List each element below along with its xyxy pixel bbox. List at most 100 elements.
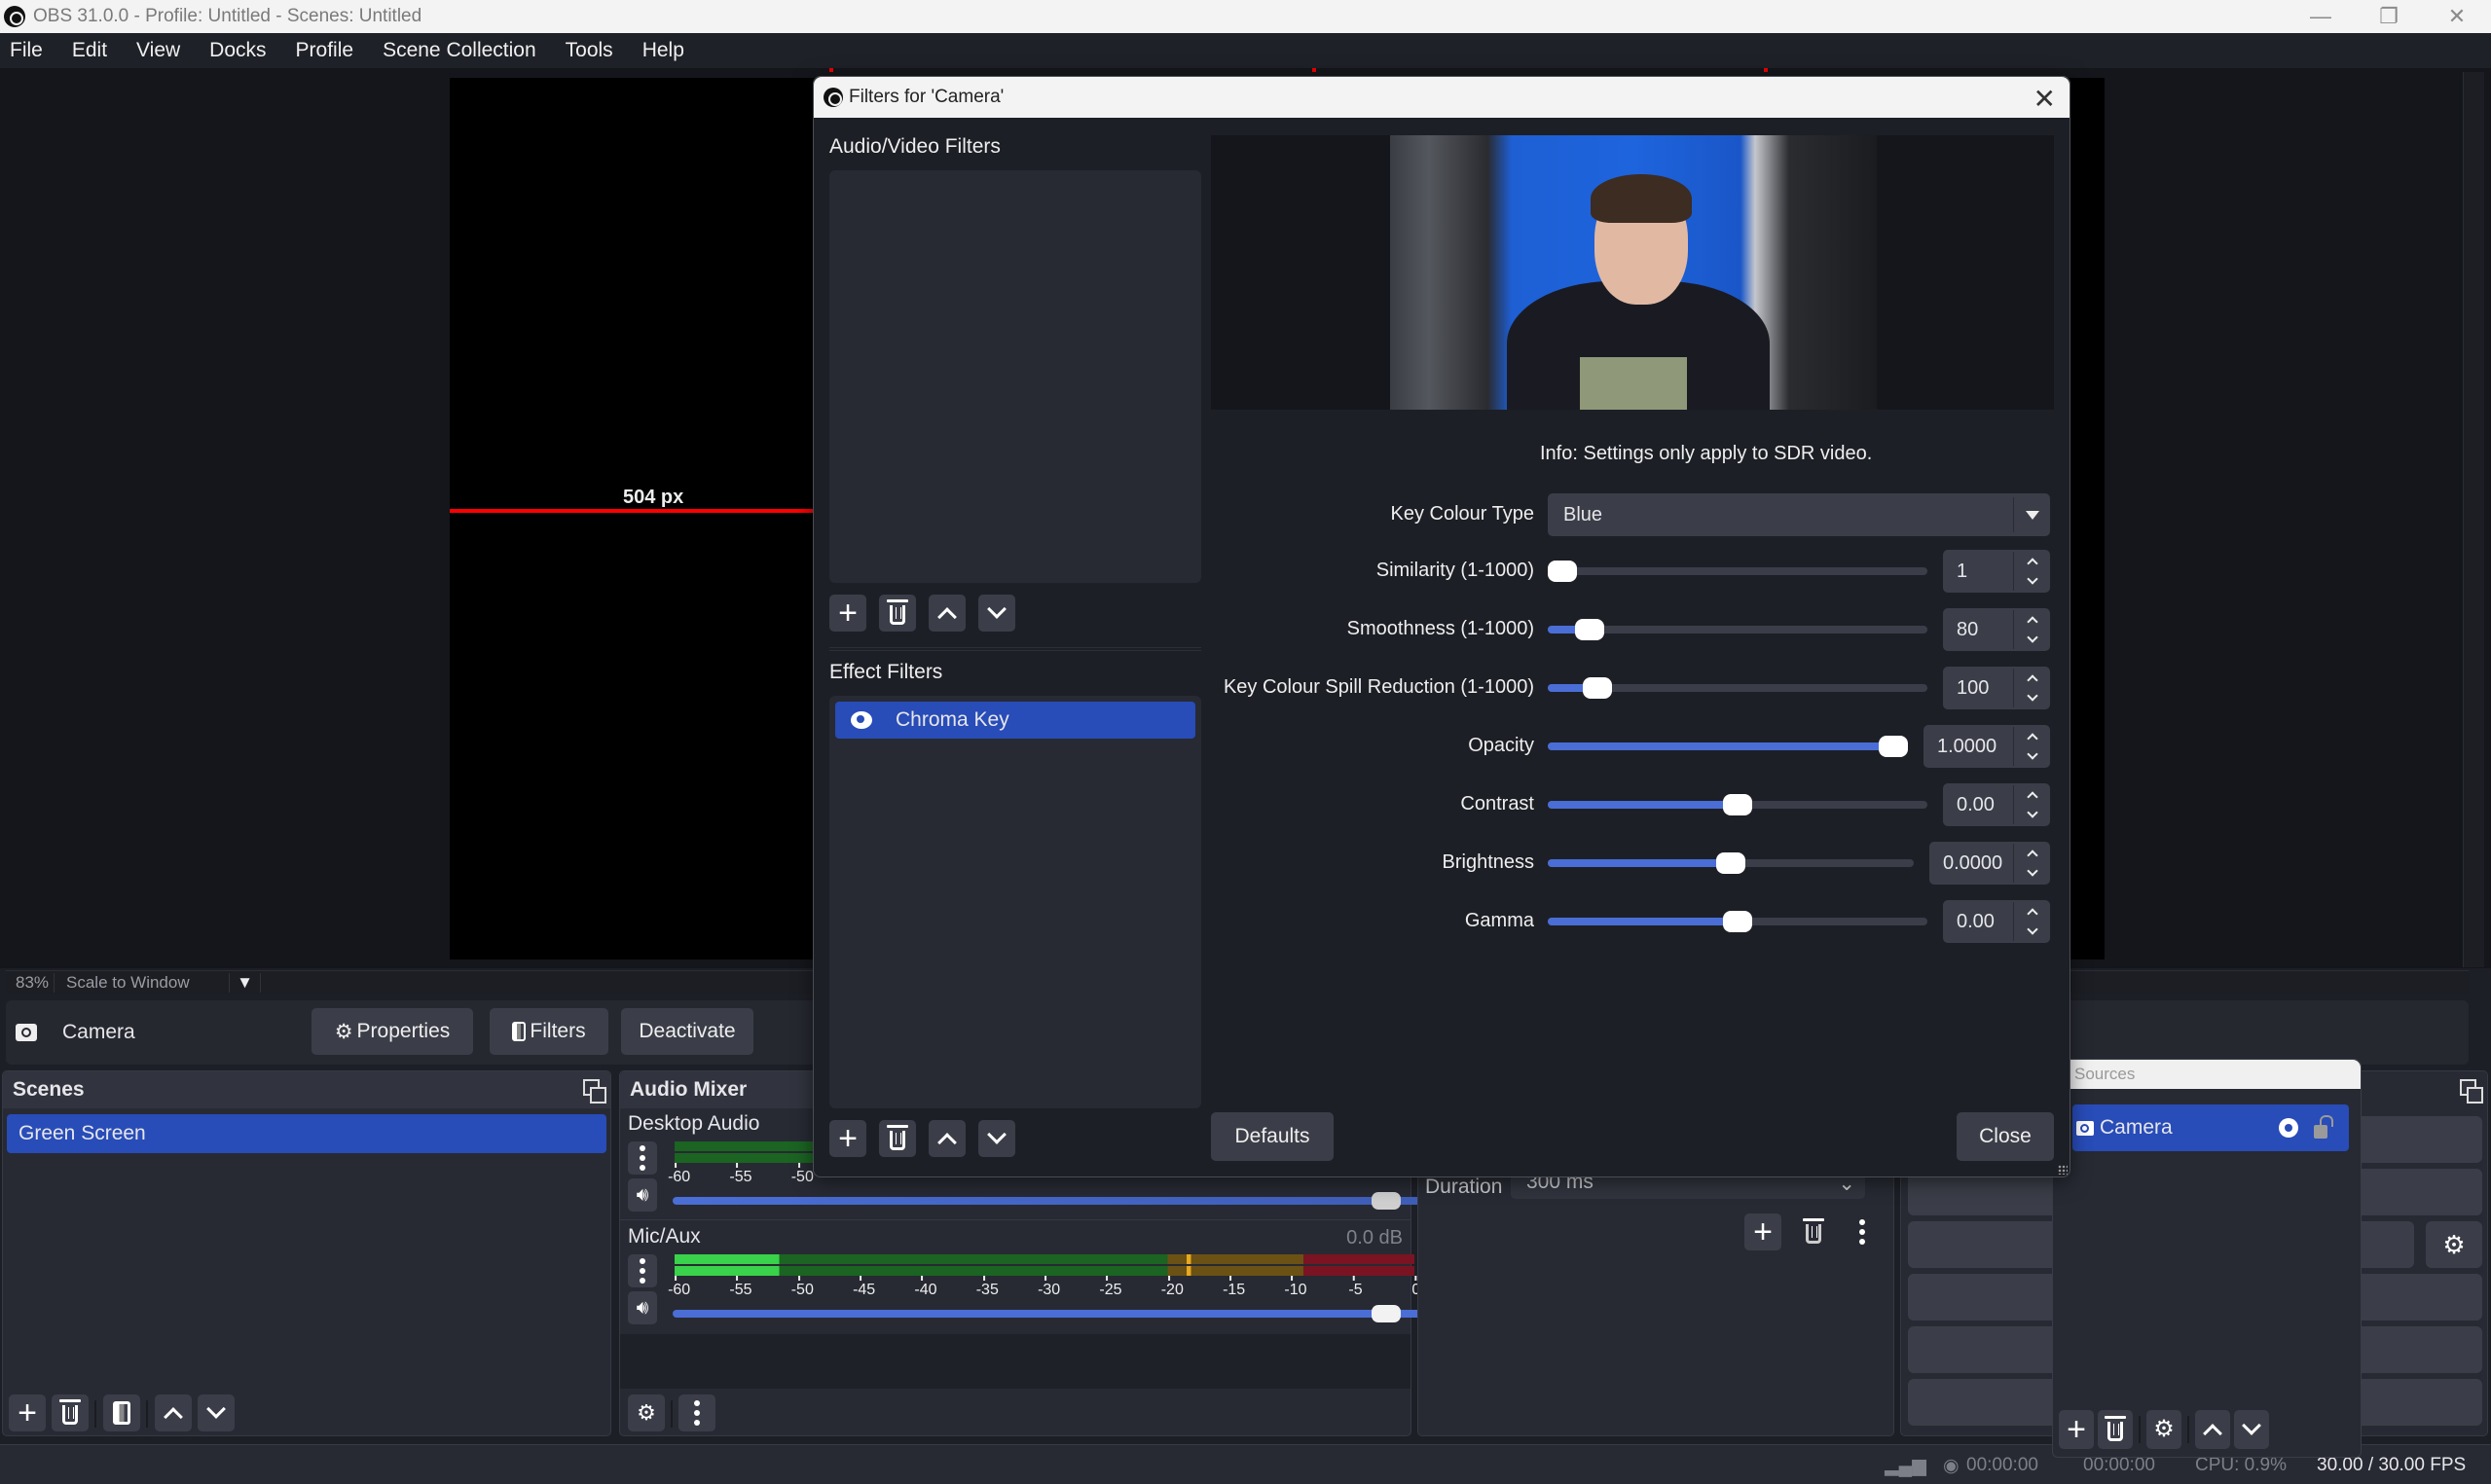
remove-source-button[interactable] <box>2098 1410 2133 1449</box>
spin-down-icon[interactable] <box>2026 748 2038 760</box>
move-av-filter-up-button[interactable] <box>929 595 966 632</box>
transition-menu-button[interactable] <box>1844 1213 1881 1250</box>
desktop-audio-mute-button[interactable]: 🔊︎ <box>628 1178 657 1212</box>
key-colour-type-select[interactable]: Blue <box>1548 493 2050 536</box>
property-slider[interactable] <box>1548 619 1927 640</box>
property-slider[interactable] <box>1548 852 1914 874</box>
move-effect-filter-up-button[interactable] <box>929 1120 966 1157</box>
source-item[interactable]: Camera <box>2072 1104 2349 1151</box>
scene-item[interactable]: Green Screen <box>7 1114 606 1153</box>
move-source-down-button[interactable] <box>2234 1410 2269 1449</box>
properties-button[interactable]: ⚙ Properties <box>311 1008 473 1055</box>
move-scene-up-button[interactable] <box>155 1394 192 1431</box>
property-spinbox[interactable]: 0.0000 <box>1929 842 2050 885</box>
spin-down-icon[interactable] <box>2026 807 2038 818</box>
property-spinbox[interactable]: 1 <box>1943 550 2050 593</box>
mic-aux-mute-button[interactable]: 🔊︎ <box>628 1291 657 1324</box>
desktop-audio-menu-button[interactable] <box>628 1141 657 1175</box>
spin-up-icon[interactable] <box>2026 616 2038 628</box>
advanced-audio-button[interactable]: ⚙ <box>628 1394 665 1431</box>
visibility-eye-icon[interactable] <box>851 711 872 729</box>
source-properties-button[interactable]: ⚙ <box>2146 1410 2181 1449</box>
remove-effect-filter-button[interactable] <box>879 1120 916 1157</box>
add-transition-button[interactable]: + <box>1744 1213 1781 1250</box>
move-scene-down-button[interactable] <box>198 1394 235 1431</box>
slider-handle[interactable] <box>1583 677 1612 699</box>
mic-aux-menu-button[interactable] <box>628 1254 657 1287</box>
close-window-button[interactable]: ✕ <box>2423 0 2491 33</box>
property-spinbox[interactable]: 1.0000 <box>1923 725 2050 768</box>
undock-icon[interactable] <box>583 1079 606 1104</box>
restore-button[interactable]: ❐ <box>2355 0 2423 33</box>
av-filters-list[interactable] <box>829 170 1201 583</box>
scale-mode-select[interactable]: Scale to Window <box>55 972 230 993</box>
menu-file[interactable]: File <box>6 39 47 62</box>
undock-icon[interactable] <box>2460 1079 2483 1104</box>
scene-filters-button[interactable] <box>103 1394 140 1431</box>
filter-item-chroma-key[interactable]: Chroma Key <box>835 702 1195 739</box>
defaults-button[interactable]: Defaults <box>1211 1112 1334 1161</box>
property-slider[interactable] <box>1548 736 1908 757</box>
menu-scene-collection[interactable]: Scene Collection <box>379 39 540 62</box>
close-button[interactable]: Close <box>1957 1112 2054 1161</box>
more-icon <box>640 1258 645 1284</box>
menu-docks[interactable]: Docks <box>205 39 270 62</box>
add-effect-filter-button[interactable]: + <box>829 1120 866 1157</box>
mic-aux-volume-handle[interactable] <box>1372 1305 1401 1322</box>
menu-tools[interactable]: Tools <box>562 39 617 62</box>
spin-down-icon[interactable] <box>2026 865 2038 877</box>
move-effect-filter-down-button[interactable] <box>978 1120 1015 1157</box>
spin-down-icon[interactable] <box>2026 632 2038 643</box>
property-spinbox[interactable]: 80 <box>1943 608 2050 651</box>
desktop-audio-volume-handle[interactable] <box>1372 1192 1401 1210</box>
property-spinbox[interactable]: 100 <box>1943 667 2050 709</box>
spin-up-icon[interactable] <box>2026 674 2038 686</box>
menu-view[interactable]: View <box>132 39 184 62</box>
virtual-camera-settings-button[interactable]: ⚙ <box>2426 1221 2482 1268</box>
dialog-close-button[interactable]: ✕ <box>2033 83 2056 115</box>
remove-scene-button[interactable] <box>52 1394 89 1431</box>
minimize-button[interactable]: — <box>2287 0 2355 33</box>
menu-profile[interactable]: Profile <box>292 39 358 62</box>
deactivate-button[interactable]: Deactivate <box>621 1008 753 1055</box>
menu-help[interactable]: Help <box>639 39 688 62</box>
spin-down-icon[interactable] <box>2026 690 2038 702</box>
slider-handle[interactable] <box>1723 911 1752 932</box>
unlock-icon[interactable] <box>2314 1125 2327 1139</box>
move-av-filter-down-button[interactable] <box>978 595 1015 632</box>
property-slider[interactable] <box>1548 561 1927 582</box>
desktop-audio-volume-slider[interactable] <box>673 1197 1422 1205</box>
slider-handle[interactable] <box>1548 561 1577 582</box>
add-source-button[interactable]: + <box>2059 1410 2094 1449</box>
add-av-filter-button[interactable]: + <box>829 595 866 632</box>
move-source-up-button[interactable] <box>2195 1410 2230 1449</box>
property-slider[interactable] <box>1548 794 1927 815</box>
slider-handle[interactable] <box>1879 736 1908 757</box>
add-scene-button[interactable]: + <box>9 1394 46 1431</box>
resize-grip[interactable] <box>2058 1165 2068 1175</box>
property-slider[interactable] <box>1548 911 1927 932</box>
spin-up-icon[interactable] <box>2026 558 2038 569</box>
slider-handle[interactable] <box>1723 794 1752 815</box>
spin-up-icon[interactable] <box>2026 791 2038 803</box>
slider-handle[interactable] <box>1716 852 1745 874</box>
spin-up-icon[interactable] <box>2026 908 2038 920</box>
mixer-menu-button[interactable] <box>678 1394 715 1431</box>
spin-up-icon[interactable] <box>2026 733 2038 744</box>
vertical-scrollbar[interactable] <box>2463 72 2484 967</box>
property-spinbox[interactable]: 0.00 <box>1943 900 2050 943</box>
remove-transition-button[interactable] <box>1795 1213 1832 1250</box>
filters-button[interactable]: Filters <box>490 1008 608 1055</box>
spin-down-icon[interactable] <box>2026 923 2038 935</box>
spin-down-icon[interactable] <box>2026 573 2038 585</box>
mic-aux-volume-slider[interactable] <box>673 1310 1422 1318</box>
menu-edit[interactable]: Edit <box>68 39 111 62</box>
property-slider[interactable] <box>1548 677 1927 699</box>
spin-up-icon[interactable] <box>2026 850 2038 861</box>
remove-av-filter-button[interactable] <box>879 595 916 632</box>
chevron-down-icon[interactable]: ▼ <box>230 972 261 993</box>
slider-handle[interactable] <box>1575 619 1604 640</box>
visibility-eye-icon[interactable] <box>2279 1118 2298 1138</box>
property-spinbox[interactable]: 0.00 <box>1943 783 2050 826</box>
effect-filters-list[interactable]: Chroma Key <box>829 696 1201 1108</box>
